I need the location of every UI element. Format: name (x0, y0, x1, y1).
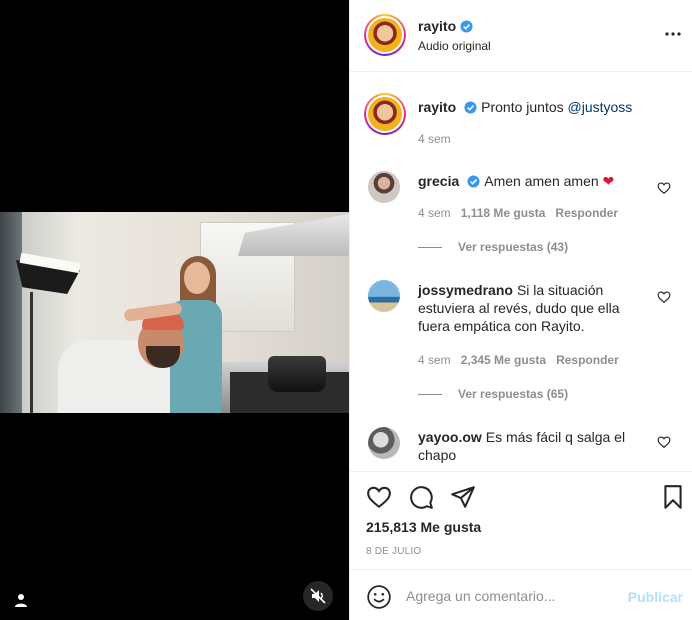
comment-meta: 4 sem 1,118 Me gusta Responder (418, 206, 628, 220)
comment-text: yayoo.ow Es más fácil q salga el chapo (418, 428, 658, 464)
comment-time[interactable]: 4 sem (418, 353, 451, 367)
post-actions: 215,813 Me gusta 8 DE JULIO (350, 471, 692, 567)
verified-badge-icon (464, 100, 477, 118)
comment-text: grecia Amen amen amen ❤ (418, 172, 658, 192)
emoji-smile-icon[interactable] (366, 584, 392, 610)
comments-list[interactable]: rayito Pronto juntos @justyoss 4 sem grec… (350, 73, 692, 471)
replies-divider (418, 246, 442, 248)
comment-username[interactable]: jossymedrano (418, 282, 513, 298)
red-heart-emoji: ❤ (602, 173, 615, 189)
replies-divider (418, 393, 442, 395)
caption-text: rayito Pronto juntos @justyoss (418, 98, 678, 118)
author-username[interactable]: rayito (418, 18, 456, 34)
author-name-row: rayito (418, 18, 473, 38)
post-header: rayito Audio original (350, 0, 692, 72)
comment-time[interactable]: 4 sem (418, 206, 451, 220)
heart-icon[interactable] (657, 181, 671, 195)
comment-row: yayoo.ow Es más fácil q salga el chapo (350, 425, 692, 471)
muted-speaker-icon[interactable] (303, 581, 333, 611)
comment-body-line1: Si la situación (516, 282, 604, 298)
commenter-avatar[interactable] (368, 280, 400, 312)
heart-icon[interactable] (366, 484, 392, 510)
caption-time[interactable]: 4 sem (418, 132, 451, 146)
verified-badge-icon (460, 20, 473, 38)
video-scene-woman-face (184, 262, 210, 294)
caption-mention[interactable]: @justyoss (568, 99, 633, 115)
comment-row: jossymedrano Si la situación estuviera al… (350, 278, 692, 401)
caption-meta: 4 sem (418, 132, 461, 146)
likes-count[interactable]: 215,813 Me gusta (366, 519, 481, 535)
audio-label[interactable]: Audio original (418, 39, 491, 53)
comment-likes[interactable]: 2,345 Me gusta (461, 353, 546, 367)
view-replies-label[interactable]: Ver respuestas (43) (458, 240, 568, 254)
comment-composer: Publicar (350, 569, 692, 620)
comment-body-line1: Es más fácil q salga el (485, 429, 626, 445)
comment-body-line2: chapo (418, 447, 457, 463)
view-replies-label[interactable]: Ver respuestas (65) (458, 387, 568, 401)
publish-button[interactable]: Publicar (628, 589, 683, 605)
more-horizontal-icon[interactable] (663, 24, 683, 44)
video-scene-pot (268, 356, 326, 392)
user-icon[interactable] (10, 589, 32, 611)
comment-meta: 4 sem 2,345 Me gusta Responder (418, 353, 629, 367)
comment-body: Amen amen amen (484, 173, 603, 189)
comments-panel: rayito Audio original rayito Pronto junto… (349, 0, 692, 620)
comment-username[interactable]: yayoo.ow (418, 429, 482, 445)
view-replies-button[interactable]: Ver respuestas (65) (418, 387, 568, 401)
comment-body-line3: fuera empática con Rayito. (418, 318, 585, 334)
comment-likes[interactable]: 1,118 Me gusta (461, 206, 546, 220)
video-scene-left-edge (0, 212, 22, 413)
heart-icon[interactable] (657, 290, 671, 304)
verified-badge-icon (467, 174, 480, 192)
video-scene-light-stand (30, 292, 33, 413)
post-date[interactable]: 8 DE JULIO (366, 546, 421, 557)
author-avatar[interactable] (364, 14, 406, 56)
view-replies-button[interactable]: Ver respuestas (43) (418, 240, 568, 254)
comment-row: grecia Amen amen amen ❤ 4 sem 1,118 Me gus… (350, 169, 692, 264)
reply-button[interactable]: Responder (556, 353, 619, 367)
reply-button[interactable]: Responder (555, 206, 618, 220)
bookmark-icon[interactable] (660, 484, 686, 510)
caption-body: Pronto juntos (481, 99, 568, 115)
comment-body-line2: estuviera al revés, dudo que ella (418, 300, 620, 316)
heart-icon[interactable] (657, 435, 671, 449)
comment-username[interactable]: grecia (418, 173, 459, 189)
paper-plane-icon[interactable] (450, 484, 476, 510)
caption-username[interactable]: rayito (418, 99, 456, 115)
video-player[interactable] (0, 0, 349, 620)
commenter-avatar[interactable] (368, 427, 400, 459)
comment-icon[interactable] (408, 484, 434, 510)
caption-avatar[interactable] (364, 93, 406, 135)
comment-text: jossymedrano Si la situación estuviera al… (418, 281, 658, 335)
caption-row: rayito Pronto juntos @justyoss 4 sem (350, 89, 692, 159)
video-frame[interactable] (0, 212, 349, 413)
commenter-avatar[interactable] (368, 171, 400, 203)
comment-input[interactable] (406, 582, 616, 610)
